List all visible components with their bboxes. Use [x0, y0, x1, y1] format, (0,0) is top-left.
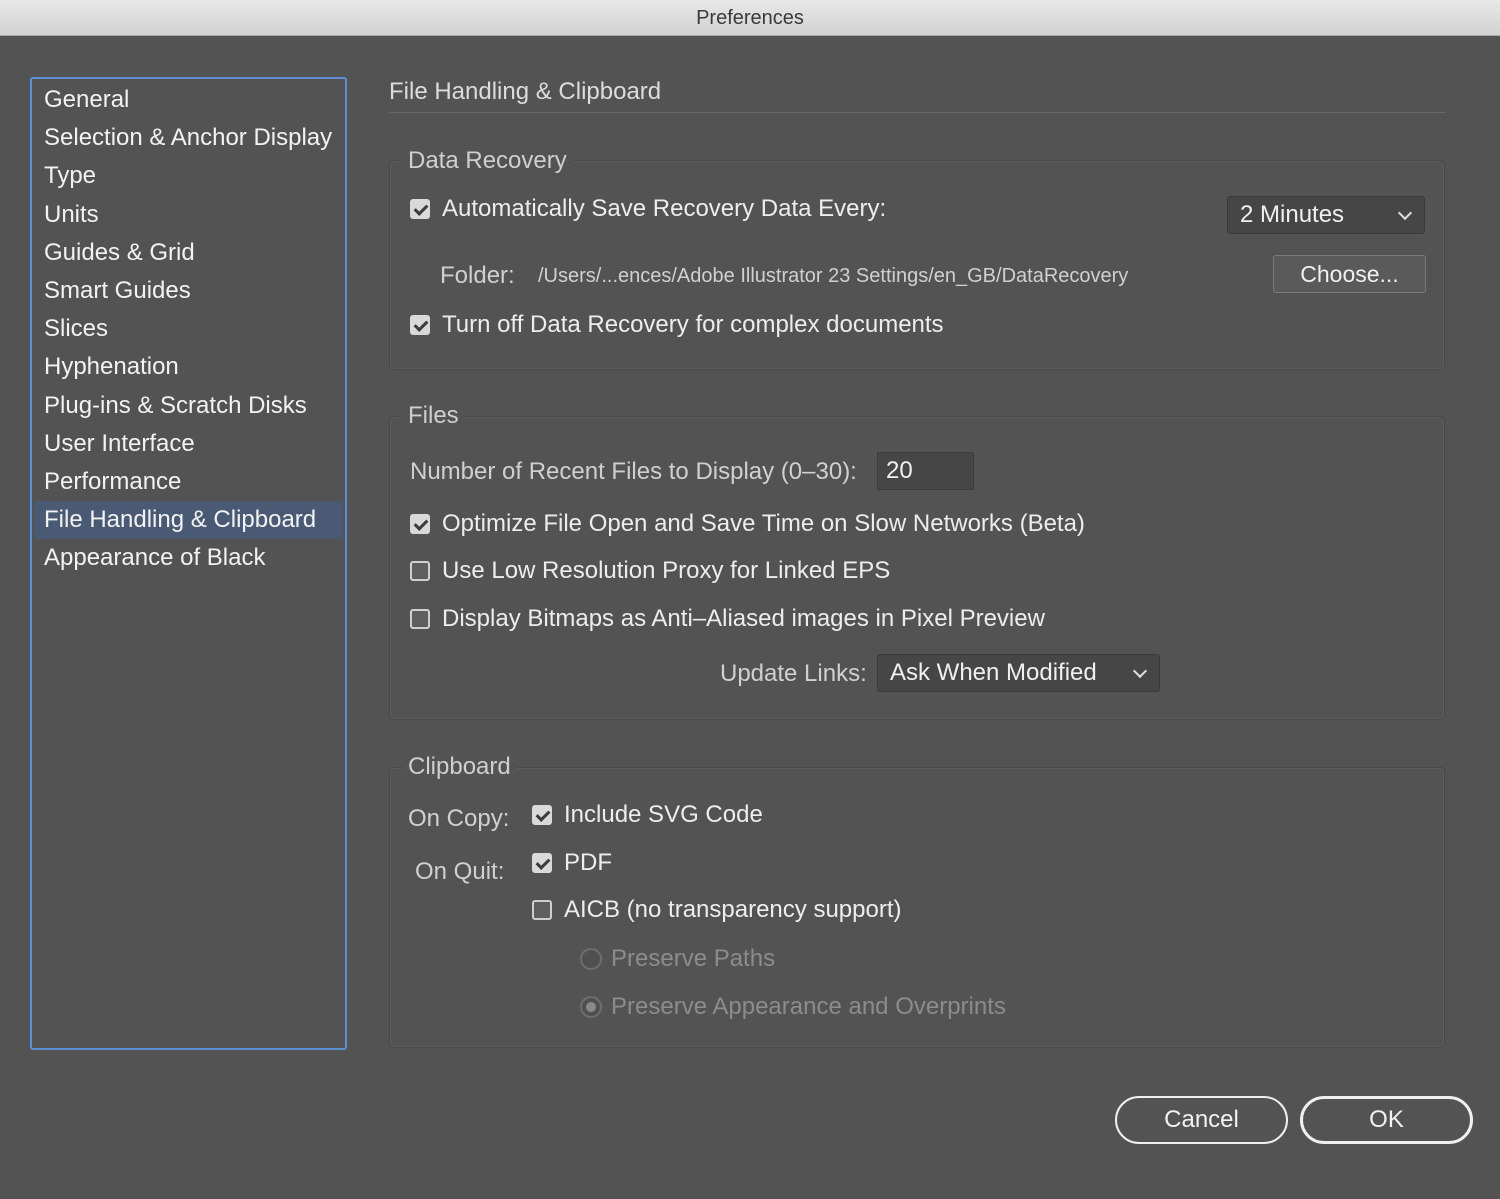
choose-folder-button[interactable]: Choose...	[1273, 255, 1426, 293]
data-recovery-title: Data Recovery	[402, 147, 573, 175]
sidebar-item-general[interactable]: General	[34, 81, 343, 119]
sidebar-item-guides-grid[interactable]: Guides & Grid	[34, 234, 343, 272]
anti-aliased-bitmaps-checkbox[interactable]	[410, 609, 430, 629]
include-svg-checkbox[interactable]	[532, 805, 552, 825]
recovery-interval-select[interactable]: 2 Minutes	[1227, 196, 1425, 234]
update-links-value: Ask When Modified	[890, 659, 1097, 686]
auto-save-checkbox[interactable]	[410, 199, 430, 219]
sidebar-item-user-interface[interactable]: User Interface	[34, 425, 343, 463]
sidebar-item-performance[interactable]: Performance	[34, 463, 343, 501]
folder-path: /Users/...ences/Adobe Illustrator 23 Set…	[538, 265, 1129, 287]
clipboard-title: Clipboard	[402, 753, 517, 781]
sidebar-item-units[interactable]: Units	[34, 196, 343, 234]
on-copy-label: On Copy:	[408, 805, 510, 832]
turn-off-recovery-checkbox[interactable]	[410, 315, 430, 335]
anti-aliased-bitmaps-label: Display Bitmaps as Anti–Aliased images i…	[442, 605, 1045, 632]
auto-save-label: Automatically Save Recovery Data Every:	[442, 195, 887, 222]
chevron-down-icon	[1132, 663, 1148, 679]
window-title: Preferences	[696, 7, 804, 29]
sidebar-item-file-handling-clipboard[interactable]: File Handling & Clipboard	[34, 501, 343, 540]
ok-button[interactable]: OK	[1300, 1096, 1473, 1144]
recent-files-label: Number of Recent Files to Display (0–30)…	[410, 458, 857, 485]
aicb-label: AICB (no transparency support)	[564, 896, 902, 923]
recent-files-input[interactable]: 20	[877, 452, 974, 490]
sidebar-item-plugins-scratch-disks[interactable]: Plug-ins & Scratch Disks	[34, 387, 343, 425]
aicb-checkbox[interactable]	[532, 900, 552, 920]
optimize-file-open-label: Optimize File Open and Save Time on Slow…	[442, 510, 1085, 537]
preserve-paths-radio[interactable]	[580, 948, 602, 970]
chevron-down-icon	[1397, 205, 1413, 221]
preserve-paths-label: Preserve Paths	[611, 945, 776, 972]
on-quit-label: On Quit:	[415, 858, 505, 885]
sidebar-item-slices[interactable]: Slices	[34, 310, 343, 348]
low-res-proxy-label: Use Low Resolution Proxy for Linked EPS	[442, 557, 891, 584]
pdf-label: PDF	[564, 849, 612, 876]
window-titlebar: Preferences	[0, 0, 1500, 36]
sidebar-item-selection-anchor-display[interactable]: Selection & Anchor Display	[34, 119, 343, 157]
include-svg-label: Include SVG Code	[564, 801, 763, 828]
sidebar-item-appearance-of-black[interactable]: Appearance of Black	[34, 539, 343, 577]
sidebar-item-type[interactable]: Type	[34, 157, 343, 195]
sidebar-item-smart-guides[interactable]: Smart Guides	[34, 272, 343, 310]
pdf-checkbox[interactable]	[532, 853, 552, 873]
low-res-proxy-checkbox[interactable]	[410, 561, 430, 581]
folder-label: Folder:	[440, 262, 515, 289]
preferences-category-list[interactable]: General Selection & Anchor Display Type …	[30, 77, 347, 1050]
cancel-button[interactable]: Cancel	[1115, 1096, 1288, 1144]
optimize-file-open-checkbox[interactable]	[410, 514, 430, 534]
page-title: File Handling & Clipboard	[389, 78, 662, 105]
update-links-label: Update Links:	[720, 660, 867, 687]
preserve-appearance-radio[interactable]	[580, 996, 602, 1018]
recovery-interval-value: 2 Minutes	[1240, 201, 1345, 228]
turn-off-recovery-label: Turn off Data Recovery for complex docum…	[442, 311, 944, 338]
heading-divider	[389, 112, 1446, 113]
update-links-select[interactable]: Ask When Modified	[877, 654, 1160, 692]
files-title: Files	[402, 402, 465, 430]
sidebar-item-hyphenation[interactable]: Hyphenation	[34, 348, 343, 386]
preserve-appearance-label: Preserve Appearance and Overprints	[611, 993, 1006, 1020]
